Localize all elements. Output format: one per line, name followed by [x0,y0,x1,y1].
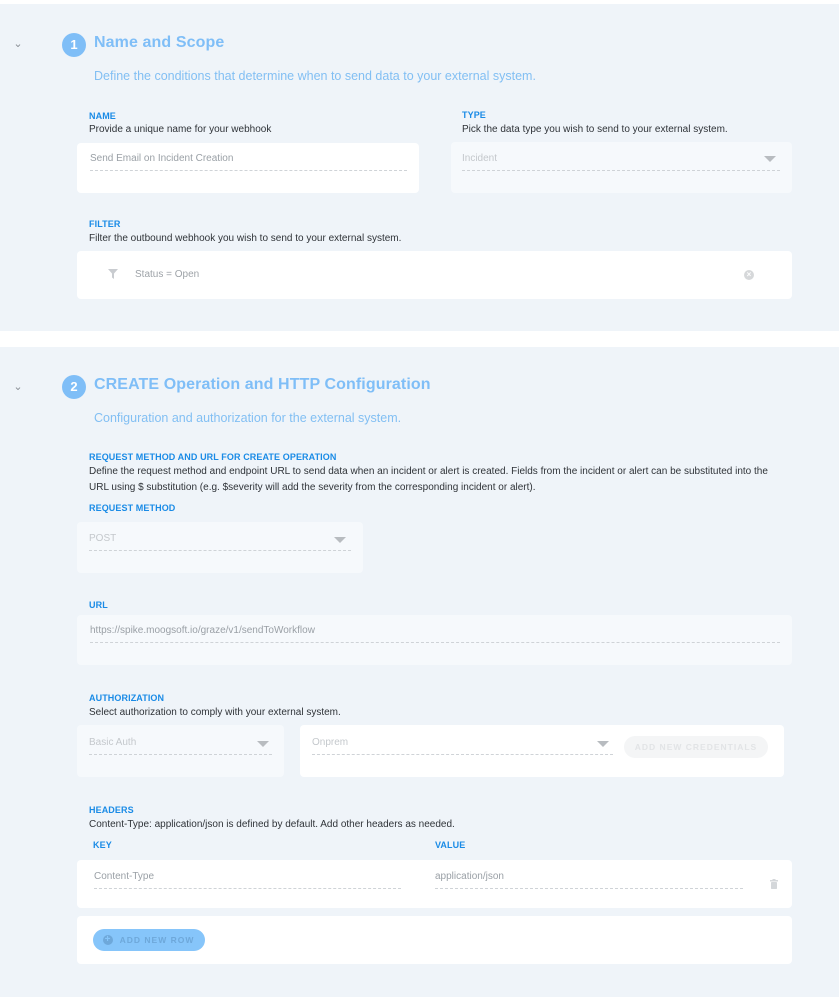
header-value-input[interactable]: application/json [435,871,504,882]
dropdown-caret-icon[interactable] [257,741,269,747]
key-underline [94,888,401,889]
section-title: CREATE Operation and HTTP Configuration [94,376,431,393]
add-new-credentials-button[interactable]: ADD NEW CREDENTIALS [624,736,768,758]
filter-help: Filter the outbound webhook you wish to … [89,233,402,244]
dropdown-caret-icon[interactable] [764,156,776,162]
webhook-config-page: ⌄ 1 Name and Scope Define the conditions… [0,0,839,997]
url-card: https://spike.moogsoft.io/graze/v1/sendT… [77,615,792,665]
type-underline [462,170,780,171]
method-underline [89,550,351,551]
authorization-label: AUTHORIZATION [89,693,165,703]
section-title: Name and Scope [94,34,225,51]
filter-icon [108,269,118,279]
header-row: Content-Type application/json [77,860,792,908]
credentials-card: Onprem ADD NEW CREDENTIALS [300,725,784,777]
dropdown-caret-icon[interactable] [597,741,609,747]
key-column-label: KEY [93,840,112,850]
section-create-operation: ⌄ 2 CREATE Operation and HTTP Configurat… [0,347,839,997]
url-input[interactable]: https://spike.moogsoft.io/graze/v1/sendT… [90,625,315,636]
url-label: URL [89,600,108,610]
add-row-card: + ADD NEW ROW [77,916,792,964]
credentials-select[interactable]: Onprem [312,737,348,748]
name-input[interactable]: Send Email on Incident Creation [90,153,233,164]
step-badge: 1 [62,33,86,57]
value-column-label: VALUE [435,840,466,850]
request-method-select[interactable]: POST [89,533,116,544]
auth-underline [89,754,272,755]
name-help: Provide a unique name for your webhook [89,124,272,135]
section-description: Configuration and authorization for the … [94,411,402,425]
name-underline [90,170,407,171]
type-select[interactable]: Incident [462,153,497,164]
filter-card[interactable]: Status = Open × [77,251,792,299]
request-label: REQUEST METHOD AND URL FOR CREATE OPERAT… [89,452,337,462]
trash-icon[interactable] [770,879,778,889]
name-label: NAME [89,111,116,121]
name-field-card: Send Email on Incident Creation [77,143,419,193]
step-badge: 2 [62,375,86,399]
type-select-card: Incident [451,142,792,193]
value-underline [435,888,743,889]
add-new-row-button[interactable]: + ADD NEW ROW [93,929,205,951]
header-key-input[interactable]: Content-Type [94,871,154,882]
filter-value[interactable]: Status = Open [135,269,199,280]
credentials-underline [312,754,613,755]
add-new-row-label: ADD NEW ROW [119,935,195,945]
url-underline [90,642,780,643]
section-name-and-scope: ⌄ 1 Name and Scope Define the conditions… [0,4,839,331]
add-circle-icon: + [103,934,113,945]
filter-label: FILTER [89,219,121,229]
chevron-down-icon[interactable]: ⌄ [12,38,24,50]
request-method-card: POST [77,522,363,573]
request-help: Define the request method and endpoint U… [89,466,768,493]
section-description: Define the conditions that determine whe… [94,69,536,83]
clear-filter-icon[interactable]: × [744,270,754,280]
type-help: Pick the data type you wish to send to y… [462,124,728,135]
auth-type-card: Basic Auth [77,725,284,777]
chevron-down-icon[interactable]: ⌄ [12,381,24,393]
auth-type-select[interactable]: Basic Auth [89,737,136,748]
authorization-help: Select authorization to comply with your… [89,707,341,718]
request-method-label: REQUEST METHOD [89,503,176,513]
headers-label: HEADERS [89,805,134,815]
dropdown-caret-icon[interactable] [334,537,346,543]
type-label: TYPE [462,110,486,120]
headers-help: Content-Type: application/json is define… [89,819,455,830]
